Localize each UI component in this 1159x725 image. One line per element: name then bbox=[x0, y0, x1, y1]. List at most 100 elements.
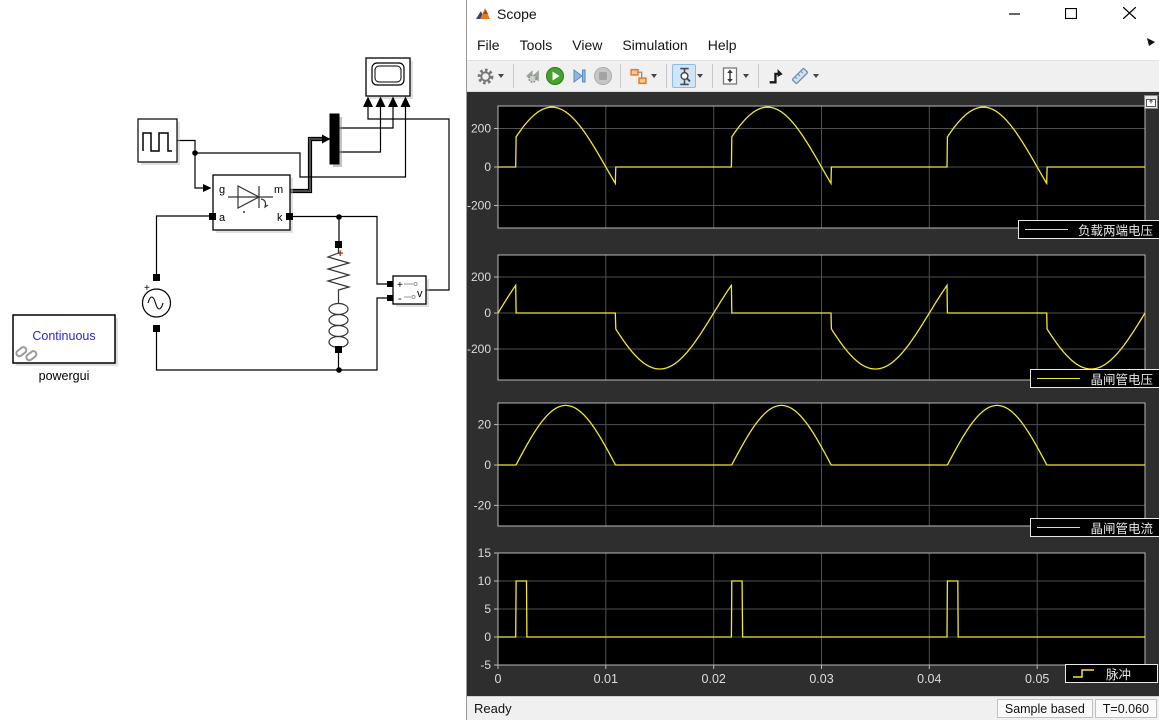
cursor-measurements-icon[interactable] bbox=[672, 64, 696, 88]
port-label-g: g bbox=[219, 184, 225, 196]
svg-text:-20: -20 bbox=[474, 498, 492, 512]
rlc-port-top bbox=[335, 241, 342, 248]
legend-text: 脉冲 bbox=[1106, 664, 1131, 683]
close-button[interactable] bbox=[1109, 0, 1149, 26]
svg-text:0.04: 0.04 bbox=[917, 672, 941, 686]
status-ready-text: Ready bbox=[474, 701, 997, 716]
legend-text: 负载两端电压 bbox=[1078, 220, 1153, 239]
menu-simulation[interactable]: Simulation bbox=[612, 33, 697, 57]
wire-rlc-to-source bbox=[157, 332, 339, 370]
svg-text:0.03: 0.03 bbox=[809, 672, 833, 686]
svg-text:0: 0 bbox=[484, 458, 491, 472]
run-icon[interactable] bbox=[543, 64, 567, 88]
demux-input-arrow bbox=[322, 135, 331, 144]
svg-text:0: 0 bbox=[484, 306, 491, 320]
rlc-branch-block[interactable]: + bbox=[328, 241, 349, 353]
legend-text: 晶闸管电流 bbox=[1090, 518, 1153, 537]
ac-voltage-source-block[interactable]: + bbox=[143, 274, 171, 332]
legend-pulse[interactable]: 脉冲 bbox=[1065, 664, 1158, 683]
legend-line-sample bbox=[1037, 527, 1080, 528]
legend-load-voltage[interactable]: 负载两端电压 bbox=[1018, 220, 1159, 239]
toolbar-separator bbox=[666, 64, 667, 88]
svg-text:-200: -200 bbox=[467, 342, 491, 356]
legend-line-sample bbox=[1025, 229, 1068, 230]
wire-cathode-to-node bbox=[293, 217, 339, 242]
cursor-dropdown-caret[interactable] bbox=[697, 74, 703, 78]
pulse-generator-block[interactable] bbox=[138, 119, 180, 165]
vmeter-port-plus bbox=[387, 281, 393, 287]
matlab-app-icon bbox=[475, 5, 492, 22]
status-sim-time: T=0.060 bbox=[1095, 699, 1157, 718]
step-back-icon[interactable] bbox=[519, 64, 543, 88]
snapshot-dropdown-caret[interactable] bbox=[651, 74, 657, 78]
axes-panel-mini-button[interactable] bbox=[1144, 95, 1158, 109]
svg-text:-200: -200 bbox=[467, 199, 491, 213]
toolbar-separator bbox=[513, 64, 514, 88]
legend-thyristor-current[interactable]: 晶闸管电流 bbox=[1030, 518, 1159, 537]
port-label-m: m bbox=[274, 184, 283, 196]
powergui-block[interactable]: Continuous powergui bbox=[13, 315, 118, 383]
window-title: Scope bbox=[497, 6, 537, 22]
wire-junction bbox=[192, 150, 198, 156]
svg-text:200: 200 bbox=[471, 122, 491, 136]
rlc-port-bottom bbox=[335, 346, 342, 353]
settings-gear-icon[interactable] bbox=[473, 64, 497, 88]
svg-text:5: 5 bbox=[484, 602, 491, 616]
source-port-minus bbox=[153, 325, 160, 332]
powergui-mode-label: Continuous bbox=[32, 329, 95, 343]
vmeter-v-label: v bbox=[417, 288, 423, 300]
minimize-button[interactable] bbox=[994, 0, 1034, 26]
axes-scaling-icon[interactable] bbox=[718, 64, 742, 88]
port-a bbox=[209, 213, 216, 220]
gate-arrow bbox=[203, 184, 212, 192]
step-forward-icon[interactable] bbox=[567, 64, 591, 88]
wire-junction bbox=[336, 367, 342, 373]
vmeter-port-minus bbox=[387, 295, 393, 301]
powergui-name-label: powergui bbox=[39, 369, 90, 383]
menu-overflow-arrow-icon[interactable] bbox=[1145, 36, 1157, 48]
vmeter-plus: + bbox=[397, 280, 403, 291]
thyristor-block[interactable]: g m a k bbox=[209, 175, 293, 233]
voltage-measurement-block[interactable]: + - v bbox=[387, 276, 429, 307]
demux-block[interactable] bbox=[330, 114, 342, 167]
simulink-model-canvas: g m a k + + bbox=[0, 0, 466, 720]
desktop: { "window": { "title": "Scope" }, "menu"… bbox=[0, 0, 1159, 720]
wire-source-to-anode bbox=[157, 216, 211, 274]
axes-scaling-dropdown-caret[interactable] bbox=[743, 74, 749, 78]
menu-file[interactable]: File bbox=[467, 33, 510, 57]
port-label-k: k bbox=[277, 212, 283, 224]
scope-display-area: 2000-2002000-200200-20151050-500.010.020… bbox=[467, 92, 1159, 696]
menu-bar: File Tools View Simulation Help bbox=[467, 30, 1159, 60]
simulink-snapshot-icon[interactable] bbox=[626, 64, 650, 88]
stop-icon[interactable] bbox=[591, 64, 615, 88]
source-plus-sign: + bbox=[144, 283, 150, 294]
settings-dropdown-caret[interactable] bbox=[498, 74, 504, 78]
ruler-dropdown-caret[interactable] bbox=[813, 74, 819, 78]
toolbar-separator bbox=[620, 64, 621, 88]
menu-help[interactable]: Help bbox=[698, 33, 747, 57]
scope-plots: 2000-2002000-200200-20151050-500.010.020… bbox=[467, 92, 1159, 696]
svg-text:15: 15 bbox=[478, 546, 492, 560]
wire-junction bbox=[336, 214, 342, 220]
svg-text:0: 0 bbox=[484, 630, 491, 644]
scope-window: Scope File Tools View Simulation Help bbox=[466, 0, 1159, 720]
maximize-button[interactable] bbox=[1051, 0, 1091, 26]
legend-line-sample bbox=[1037, 378, 1080, 379]
wire-pulse-to-gate bbox=[195, 153, 203, 188]
wire-thyristor-m-bundle bbox=[290, 141, 322, 193]
scope-block[interactable] bbox=[363, 58, 413, 107]
toolbar-separator bbox=[758, 64, 759, 88]
toolbar-separator bbox=[712, 64, 713, 88]
menu-tools[interactable]: Tools bbox=[510, 33, 563, 57]
legend-step-sample bbox=[1072, 667, 1098, 680]
measurements-ruler-icon[interactable] bbox=[788, 64, 812, 88]
svg-text:0.05: 0.05 bbox=[1025, 672, 1049, 686]
svg-text:0: 0 bbox=[495, 672, 502, 686]
menu-view[interactable]: View bbox=[562, 33, 612, 57]
trigger-icon[interactable] bbox=[764, 64, 788, 88]
legend-thyristor-voltage[interactable]: 晶闸管电压 bbox=[1030, 369, 1159, 388]
wire-thyristor-m-bundle bbox=[290, 138, 322, 190]
wire-demux-to-scope3 bbox=[339, 107, 393, 128]
inductor-icon bbox=[329, 304, 348, 348]
vmeter-minus: - bbox=[398, 293, 402, 305]
